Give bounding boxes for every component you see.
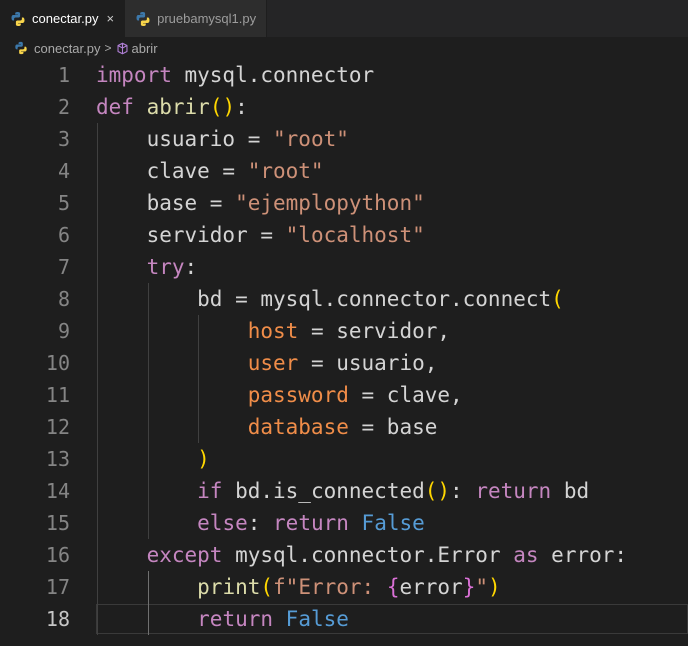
code-line[interactable]: 14 if bd.is_connected(): return bd	[0, 475, 688, 507]
code-text: host = servidor,	[247, 319, 451, 343]
line-number: 1	[57, 63, 70, 87]
line-number: 15	[45, 511, 70, 535]
line-number: 2	[57, 95, 70, 119]
line-number: 5	[57, 191, 70, 215]
code-text: servidor = "localhost"	[96, 223, 425, 247]
line-number: 14	[45, 479, 70, 503]
code-text: password = clave,	[247, 383, 463, 407]
line-number: 6	[57, 223, 70, 247]
code-text: base = "ejemplopython"	[96, 191, 425, 215]
python-file-icon	[15, 41, 27, 55]
code-line[interactable]: 13 )	[0, 443, 688, 475]
breadcrumb-file[interactable]: conectar.py	[34, 41, 101, 56]
code-text: if bd.is_connected(): return bd	[197, 479, 590, 503]
code-text: )	[197, 447, 210, 471]
code-line[interactable]: 7 try:	[0, 251, 688, 283]
breadcrumb: conectar.py > abrir	[0, 37, 688, 59]
python-file-icon	[136, 11, 150, 26]
method-cube-icon	[117, 42, 128, 54]
breadcrumb-symbol[interactable]: abrir	[132, 41, 158, 56]
code-line[interactable]: 16 except mysql.connector.Error as error…	[0, 539, 688, 571]
breadcrumb-separator: >	[104, 41, 112, 55]
editor-tab-bar: conectar.py × pruebamysql1.py	[0, 0, 688, 37]
code-line[interactable]: 10 user = usuario,	[0, 347, 688, 379]
line-number: 12	[45, 415, 70, 439]
code-line[interactable]: 11 password = clave,	[0, 379, 688, 411]
code-text: try:	[146, 255, 198, 279]
tab-label: conectar.py	[32, 11, 99, 26]
code-line[interactable]: 5 base = "ejemplopython"	[0, 187, 688, 219]
code-text: clave = "root"	[96, 159, 324, 183]
line-number: 11	[45, 383, 70, 407]
python-file-icon	[11, 11, 25, 26]
code-line[interactable]: 17 print(f"Error: {error}")	[0, 571, 688, 603]
code-line[interactable]: 9 host = servidor,	[0, 315, 688, 347]
line-number: 16	[45, 543, 70, 567]
code-text: database = base	[247, 415, 438, 439]
close-icon[interactable]: ×	[107, 11, 115, 26]
tab-label: pruebamysql1.py	[157, 11, 257, 26]
line-number: 13	[45, 447, 70, 471]
line-number: 3	[57, 127, 70, 151]
tab-conectar[interactable]: conectar.py ×	[0, 0, 126, 37]
code-text: user = usuario,	[247, 351, 438, 375]
code-line[interactable]: 12 database = base	[0, 411, 688, 443]
code-line[interactable]: 3 usuario = "root"	[0, 123, 688, 155]
code-line[interactable]: 4 clave = "root"	[0, 155, 688, 187]
tab-pruebamysql1[interactable]: pruebamysql1.py	[125, 0, 268, 37]
code-line[interactable]: 15 else: return False	[0, 507, 688, 539]
code-text: def abrir():	[96, 95, 248, 119]
code-text: except mysql.connector.Error as error:	[146, 543, 628, 567]
code-line[interactable]: 18 return False	[0, 603, 688, 635]
code-text: return False	[197, 607, 349, 631]
code-text: usuario = "root"	[96, 127, 349, 151]
code-text: print(f"Error: {error}")	[197, 575, 501, 599]
line-number: 9	[57, 319, 70, 343]
code-text: import mysql.connector	[96, 63, 375, 87]
code-text: bd = mysql.connector.connect(	[96, 287, 564, 311]
code-line[interactable]: 1 import mysql.connector	[0, 59, 688, 91]
code-text: else: return False	[197, 511, 425, 535]
line-number: 8	[57, 287, 70, 311]
line-number: 17	[45, 575, 70, 599]
line-number: 10	[45, 351, 70, 375]
code-line[interactable]: 2 def abrir():	[0, 91, 688, 123]
code-editor[interactable]: 1 import mysql.connector 2 def abrir(): 3 us…	[0, 59, 688, 646]
code-line[interactable]: 6 servidor = "localhost"	[0, 219, 688, 251]
line-number: 4	[57, 159, 70, 183]
line-number: 18	[45, 607, 70, 631]
code-line[interactable]: 8 bd = mysql.connector.connect(	[0, 283, 688, 315]
line-number: 7	[57, 255, 70, 279]
